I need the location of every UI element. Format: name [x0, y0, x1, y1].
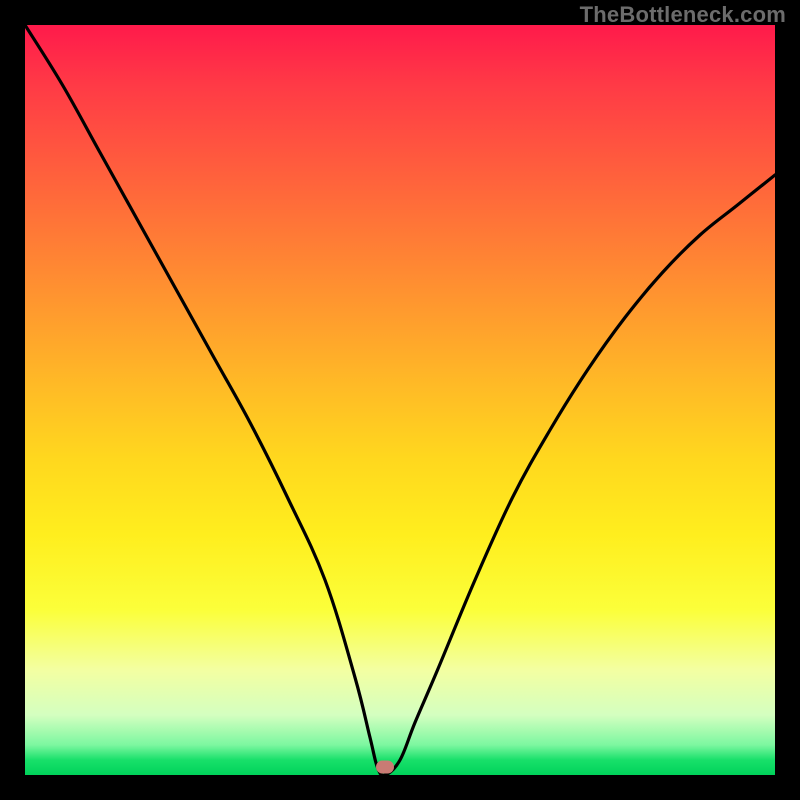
optimal-point-marker [376, 761, 394, 774]
chart-frame: TheBottleneck.com [0, 0, 800, 800]
watermark-text: TheBottleneck.com [580, 2, 786, 28]
plot-area [25, 25, 775, 775]
bottleneck-curve [25, 25, 775, 775]
